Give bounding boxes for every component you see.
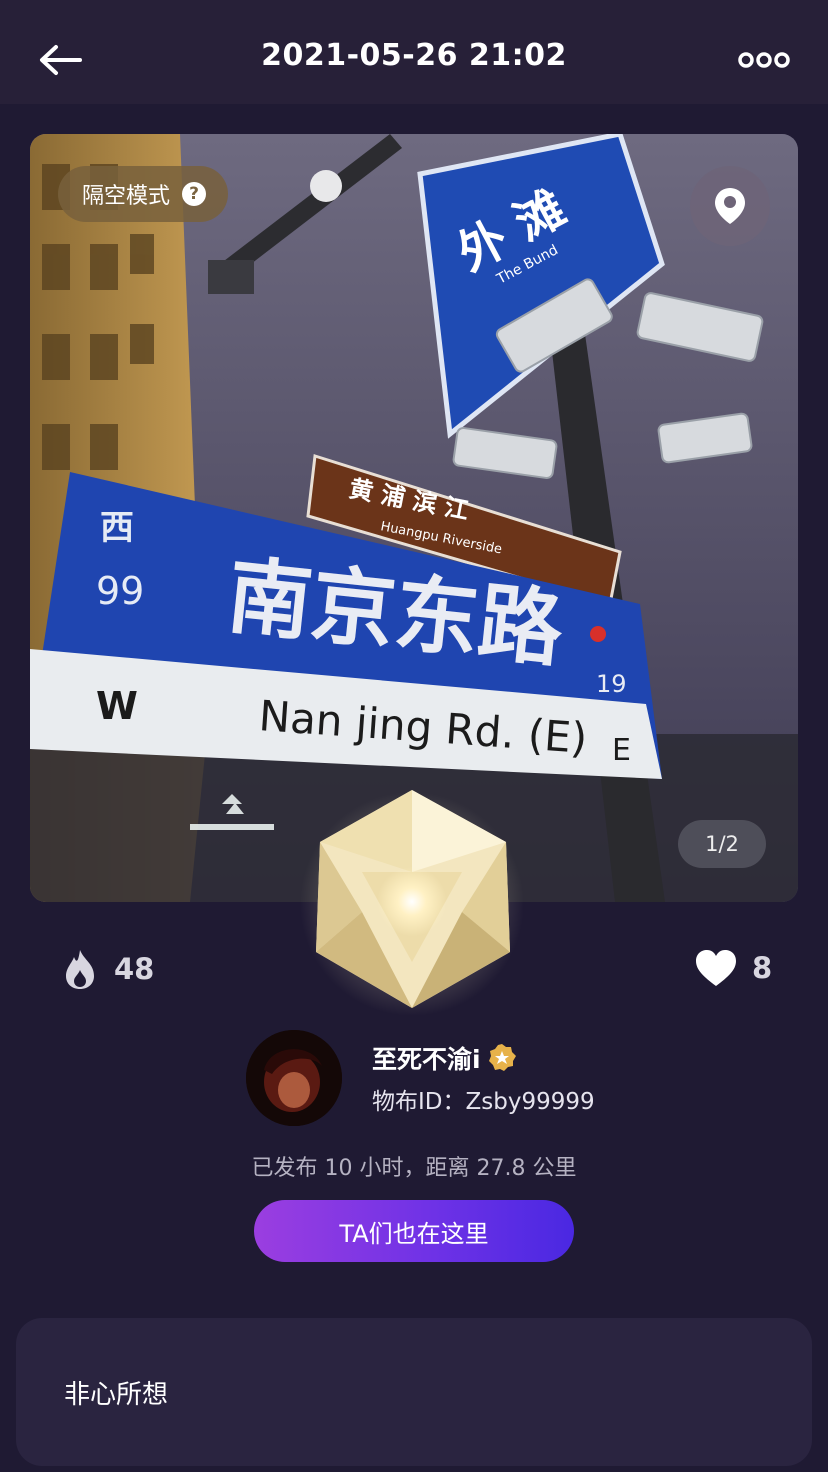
help-icon[interactable]: ? bbox=[182, 182, 207, 206]
page-indicator: 1/2 bbox=[678, 820, 766, 868]
location-pin-icon bbox=[715, 188, 745, 224]
sign-w: W bbox=[96, 684, 138, 728]
post-meta: 已发布 10 小时，距离 27.8 公里 bbox=[251, 1156, 577, 1181]
sign-e: E bbox=[612, 733, 631, 768]
flame-icon bbox=[66, 950, 94, 989]
crystal-gem-icon[interactable] bbox=[298, 782, 526, 1018]
location-button[interactable] bbox=[690, 166, 770, 246]
sign-19: 19 bbox=[596, 670, 627, 698]
heat-stat: 48 bbox=[62, 948, 154, 990]
mode-pill[interactable]: 隔空模式 ? bbox=[58, 166, 229, 222]
like-button[interactable]: 8 bbox=[694, 948, 772, 988]
top-bar: 2021-05-26 21:02 bbox=[0, 0, 828, 104]
post-text-card: 非心所想 bbox=[16, 1318, 812, 1466]
like-count: 8 bbox=[752, 951, 773, 985]
post-text: 非心所想 bbox=[64, 1380, 169, 1410]
heat-count: 48 bbox=[114, 952, 155, 986]
nearby-users-button[interactable]: TA们也在这里 bbox=[254, 1200, 574, 1262]
sign-num: 99 bbox=[96, 569, 144, 613]
avatar-image bbox=[246, 1030, 342, 1126]
page-title: 2021-05-26 21:02 bbox=[261, 38, 567, 73]
heart-icon bbox=[696, 950, 736, 986]
user-id: 物布ID：Zsby99999 bbox=[372, 1089, 595, 1115]
avatar[interactable] bbox=[246, 1030, 342, 1126]
user-name-row: 至死不渝i bbox=[372, 1040, 517, 1076]
mode-label: 隔空模式 bbox=[82, 184, 171, 209]
star-badge-icon bbox=[488, 1044, 516, 1071]
sign-west: 西 bbox=[100, 508, 134, 548]
user-name: 至死不渝i bbox=[372, 1045, 481, 1074]
more-dots-icon[interactable] bbox=[738, 48, 790, 72]
